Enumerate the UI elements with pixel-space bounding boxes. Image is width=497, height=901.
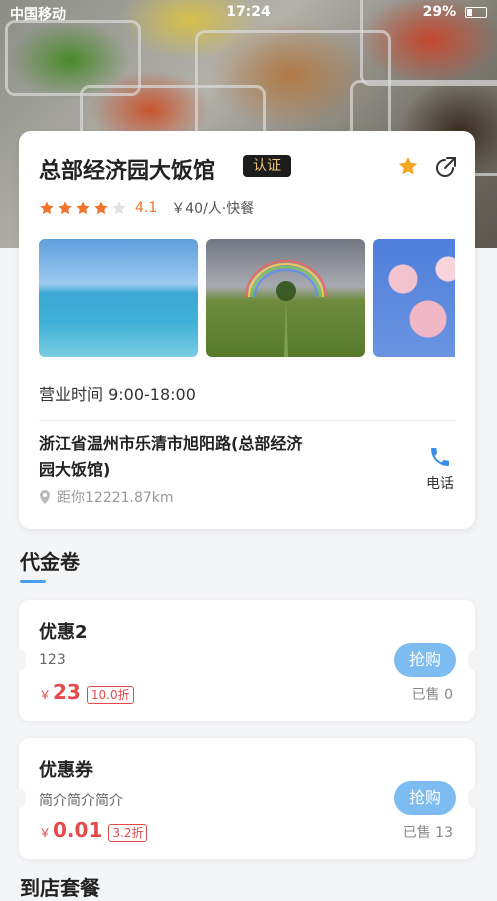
- voucher-price: 0.01: [53, 818, 103, 842]
- voucher-price-row: ￥ 0.01 3.2折: [39, 818, 148, 842]
- in-store-packages-section-title: 到店套餐: [20, 876, 100, 900]
- buy-button[interactable]: 抢购: [394, 643, 456, 677]
- voucher-card[interactable]: 优惠券 简介简介简介 ￥ 0.01 3.2折 抢购 已售 13: [12, 738, 482, 859]
- phone-icon: [431, 448, 449, 466]
- voucher-card[interactable]: 优惠2 123 ￥ 23 10.0折 抢购 已售 0: [12, 600, 482, 721]
- status-bar: 中国移动 17:24 29%: [0, 0, 497, 26]
- star-filled-icon: [76, 201, 90, 215]
- star-icon[interactable]: [397, 155, 419, 177]
- price-per-person: ￥40/人·快餐: [171, 201, 255, 217]
- share-icon[interactable]: [432, 155, 458, 181]
- verified-badge: 认证: [243, 155, 291, 177]
- location-pin-icon: [40, 490, 50, 504]
- voucher-title: 优惠2: [39, 622, 88, 643]
- star-filled-icon: [94, 201, 108, 215]
- voucher-price: 23: [53, 680, 81, 704]
- business-hours: 营业时间 9:00-18:00: [39, 385, 196, 404]
- voucher-title: 优惠券: [39, 760, 93, 781]
- store-photo-gallery[interactable]: [39, 239, 455, 357]
- store-info-card: 总部经济园大饭馆 认证 4.1 ￥40/人·快餐 营业时间 9:00-18:00…: [19, 131, 475, 529]
- sold-count: 已售 13: [402, 825, 453, 841]
- star-empty-icon: [112, 201, 126, 215]
- call-button-label: 电话: [426, 476, 454, 492]
- distance-row: 距你12221.87km: [39, 487, 174, 507]
- battery-percent: 29%: [422, 4, 457, 20]
- call-button[interactable]: 电话: [415, 445, 465, 493]
- discount-tag: 3.2折: [108, 824, 148, 842]
- rating-stars: [39, 200, 129, 216]
- buy-button[interactable]: 抢购: [394, 781, 456, 815]
- voucher-description: 简介简介简介: [39, 793, 123, 809]
- voucher-description: 123: [39, 652, 66, 668]
- currency-symbol: ￥: [39, 688, 52, 702]
- star-filled-icon: [40, 201, 54, 215]
- vouchers-section-title: 代金卷: [20, 550, 80, 574]
- gallery-photo-rainbow-meadow[interactable]: [206, 239, 365, 357]
- currency-symbol: ￥: [39, 826, 52, 840]
- store-address: 浙江省温州市乐清市旭阳路(总部经济园大饭馆): [39, 434, 303, 479]
- gallery-photo-blossom[interactable]: [373, 239, 455, 357]
- battery-icon: [465, 6, 487, 18]
- battery-indicator: 29%: [423, 4, 487, 20]
- voucher-price-row: ￥ 23 10.0折: [39, 680, 134, 704]
- rating-score: 4.1: [135, 200, 158, 216]
- store-name: 总部经济园大饭馆: [39, 159, 216, 184]
- star-filled-icon: [58, 201, 72, 215]
- discount-tag: 10.0折: [86, 686, 134, 704]
- sold-count: 已售 0: [411, 687, 453, 703]
- distance-text: 距你12221.87km: [57, 490, 174, 506]
- gallery-photo-sea[interactable]: [39, 239, 198, 357]
- divider: [39, 420, 455, 421]
- section-title-underline: [20, 580, 46, 583]
- rating-row: 4.1 ￥40/人·快餐: [39, 197, 254, 219]
